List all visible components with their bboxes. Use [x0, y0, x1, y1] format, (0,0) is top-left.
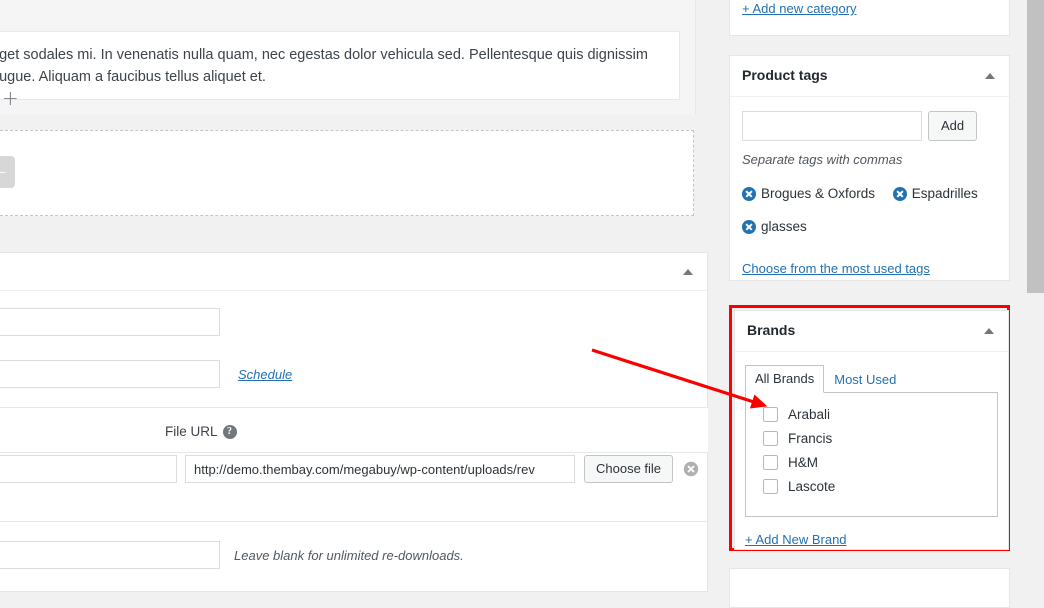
brand-checkbox-row[interactable]: Lascote [763, 474, 997, 498]
brands-tabs: All Brands Most Used [745, 364, 998, 393]
tab-all-brands[interactable]: All Brands [745, 365, 825, 393]
tag-chip: Brogues & Oxfords [742, 179, 875, 209]
text-field-a[interactable] [0, 308, 220, 336]
tag-label: glasses [761, 219, 807, 234]
chevron-up-icon[interactable] [985, 73, 995, 79]
chevron-up-icon[interactable] [683, 268, 693, 275]
brand-checkbox-row[interactable]: H&M [763, 450, 997, 474]
product-tags-panel: Product tags Add Separate tags with comm… [729, 55, 1010, 281]
help-icon[interactable]: ? [222, 424, 237, 439]
tag-entry-row: Add [742, 111, 997, 141]
product-tags-title: Product tags [742, 67, 828, 84]
brands-body: All Brands Most Used Arabali Francis H&M [735, 352, 1008, 557]
remove-tag-icon[interactable] [742, 187, 756, 201]
brand-label: H&M [788, 454, 818, 470]
brand-checkbox-row[interactable]: Francis [763, 426, 997, 450]
checkbox-icon[interactable] [763, 406, 778, 422]
add-tag-button[interactable]: Add [928, 111, 978, 141]
brands-checklist[interactable]: Arabali Francis H&M Lascote [745, 393, 998, 517]
tag-label: Brogues & Oxfords [761, 186, 876, 201]
tags-hint-text: Separate tags with commas [742, 152, 903, 167]
paragraph-text: eget sodales mi. In venenatis nulla quam… [0, 47, 648, 86]
checkbox-icon[interactable] [763, 454, 778, 470]
schedule-link[interactable]: Schedule [238, 367, 292, 382]
block-appender-row[interactable]: + [0, 88, 696, 118]
tab-most-used[interactable]: Most Used [824, 366, 906, 393]
vertical-scrollbar-thumb[interactable] [1027, 0, 1044, 293]
download-limit-input[interactable] [0, 541, 220, 569]
brands-highlight-box: Brands All Brands Most Used Arabali Fran… [729, 305, 1010, 551]
new-tag-input[interactable] [742, 111, 922, 141]
file-name-input[interactable] [0, 455, 177, 483]
add-new-brand-link[interactable]: + Add New Brand [745, 532, 847, 547]
choose-file-button[interactable]: Choose file [584, 455, 674, 483]
delete-file-icon[interactable] [683, 461, 699, 477]
brands-title: Brands [747, 322, 796, 339]
downloadable-file-row: Choose file [0, 453, 708, 485]
tag-chip: glasses [742, 212, 807, 242]
add-new-category-link[interactable]: + Add new category [742, 1, 857, 16]
tag-chip: Espadrilles [892, 179, 978, 209]
block-inserter-button[interactable]: + [0, 156, 15, 188]
field-row-b: Schedule [0, 360, 292, 388]
checkbox-icon[interactable] [763, 478, 778, 494]
product-data-panel-header[interactable] [0, 253, 707, 291]
remove-tag-icon[interactable] [742, 220, 756, 234]
text-field-b[interactable] [0, 360, 220, 388]
brand-label: Arabali [788, 406, 831, 422]
product-categories-panel: + Add new category [729, 0, 1010, 36]
product-tags-body: Add Separate tags with commas Brogues & … [730, 97, 1009, 288]
brand-label: Lascote [788, 478, 836, 494]
brands-panel: Brands All Brands Most Used Arabali Fran… [734, 310, 1009, 550]
file-url-input[interactable] [185, 455, 575, 483]
downloadable-files-header: File URL ? [0, 407, 708, 453]
editor-left-column: + eget sodales mi. In venenatis nulla qu… [0, 0, 708, 592]
chevron-up-icon[interactable] [984, 328, 994, 334]
vertical-scrollbar-track[interactable] [1027, 0, 1044, 581]
file-url-label: File URL [165, 424, 218, 439]
tag-label: Espadrilles [911, 186, 978, 201]
field-row-a [0, 308, 220, 336]
next-panel-partial [729, 568, 1010, 608]
block-appender-icon[interactable]: + [2, 88, 19, 108]
empty-block-dropzone[interactable]: + [0, 130, 694, 216]
brand-label: Francis [788, 430, 833, 446]
download-limit-row: Leave blank for unlimited re-downloads. [0, 541, 464, 569]
product-tags-header[interactable]: Product tags [730, 56, 1009, 97]
brand-checkbox-row[interactable]: Arabali [763, 402, 997, 426]
checkbox-icon[interactable] [763, 430, 778, 446]
download-limit-hint: Leave blank for unlimited re-downloads. [234, 547, 464, 563]
choose-most-used-tags-link[interactable]: Choose from the most used tags [742, 261, 930, 276]
remove-tag-icon[interactable] [892, 187, 907, 201]
downloadable-section-divider [0, 521, 708, 522]
tag-chip-list: Brogues & Oxfords Espadrilles glasses [742, 179, 997, 245]
brands-header[interactable]: Brands [735, 311, 1008, 352]
file-url-column-header: File URL ? [165, 424, 237, 439]
